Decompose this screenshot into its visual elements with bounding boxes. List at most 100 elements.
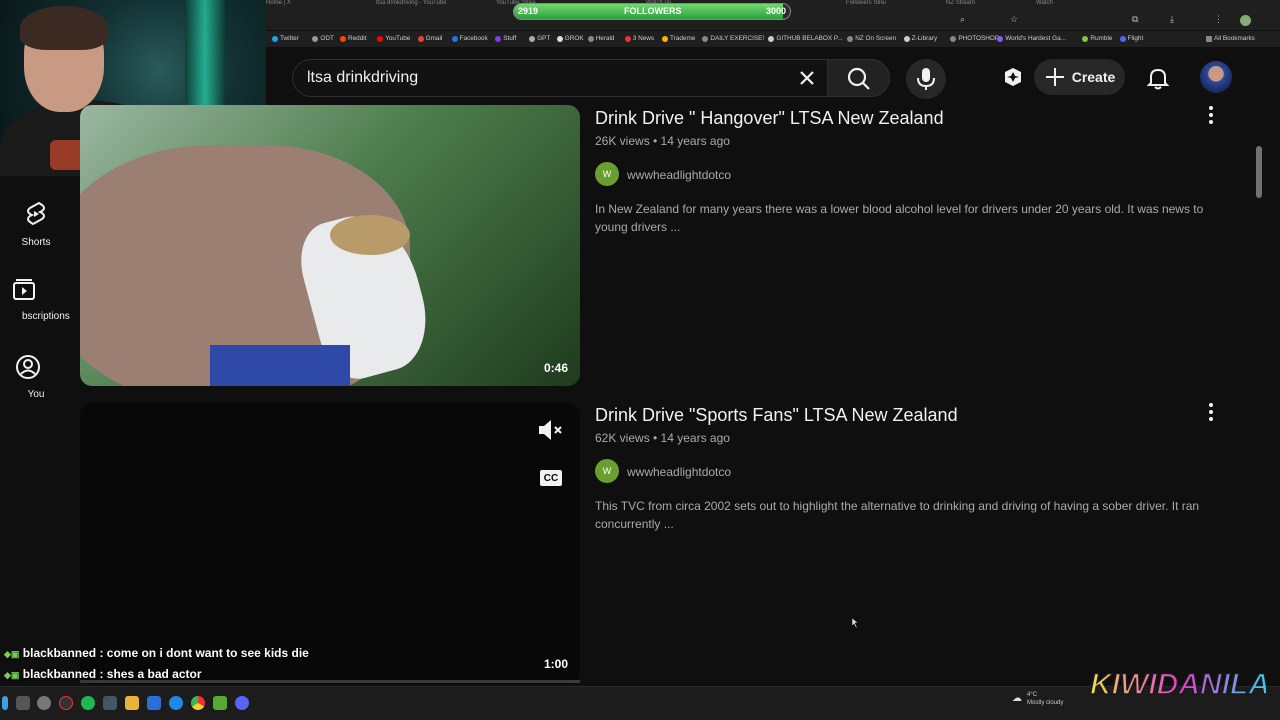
browser-tab[interactable]: Followers Stream: [846, 0, 886, 8]
bookmark-star-icon[interactable]: ☆: [1010, 14, 1018, 25]
channel-avatar[interactable]: W: [595, 162, 619, 186]
bookmark-favicon-icon: [587, 35, 594, 42]
sidebar-item-you[interactable]: You: [0, 354, 55, 400]
create-label: Create: [1071, 69, 1116, 85]
taskbar-app-icon[interactable]: [147, 696, 161, 710]
bookmark-item[interactable]: GROK: [556, 35, 584, 42]
video-thumbnail[interactable]: 0:46: [80, 105, 580, 386]
bookmark-item[interactable]: Rumble: [1082, 35, 1112, 42]
weather-temp: 4°C: [1027, 692, 1038, 698]
bookmark-label: GPT: [537, 35, 551, 42]
discord-app-icon[interactable]: [235, 696, 249, 710]
video-title[interactable]: Drink Drive " Hangover" LTSA New Zealand: [595, 108, 944, 129]
edge-app-icon[interactable]: [169, 696, 183, 710]
thumbnail-food: [330, 215, 410, 255]
bookmark-item[interactable]: Facebook: [451, 35, 488, 42]
video-title[interactable]: Drink Drive "Sports Fans" LTSA New Zeala…: [595, 405, 958, 426]
bookmark-item[interactable]: Stuff: [495, 35, 516, 42]
voice-search-button[interactable]: [906, 59, 946, 99]
bookmark-label: NZ On Screen: [855, 35, 897, 42]
weather-widget[interactable]: 4°C Mostly cloudy: [1027, 691, 1063, 707]
file-explorer-icon[interactable]: [125, 696, 139, 710]
taskbar-app-icon[interactable]: [59, 696, 73, 710]
video-description: This TVC from circa 2002 sets out to hig…: [595, 499, 1200, 531]
download-icon[interactable]: ⤓: [1170, 14, 1174, 25]
avatar[interactable]: [1200, 61, 1232, 93]
bookmark-label: Trademe: [670, 35, 696, 42]
scrollbar-thumb[interactable]: [1256, 146, 1262, 198]
chat-text: blackbanned : come on i dont want to see…: [22, 646, 309, 660]
browser-tab[interactable]: NZ Stream: [946, 0, 986, 8]
bookmark-item[interactable]: ODT: [312, 35, 334, 42]
weather-icon: ☁: [1012, 693, 1022, 704]
notifications-button[interactable]: [1145, 65, 1171, 91]
sidebar-item-subscriptions[interactable]: bscriptions: [0, 278, 70, 322]
channel-name[interactable]: wwwheadlightdotco: [627, 465, 731, 479]
search-button[interactable]: [827, 59, 890, 97]
chrome-app-icon[interactable]: [191, 696, 205, 710]
bookmark-item[interactable]: Twitter: [272, 35, 299, 42]
gemini-button[interactable]: [1000, 64, 1026, 90]
bookmarks-bar: Twitter ODT Reddit YouTube Gmail Facebook Stuf…: [266, 31, 1280, 47]
bookmark-favicon-icon: [950, 35, 957, 42]
mute-button[interactable]: [536, 417, 566, 443]
bookmark-label: PHOTOSHOP: [958, 35, 1000, 42]
bookmark-item[interactable]: Flight: [1119, 35, 1143, 42]
extensions-icon[interactable]: ⧉: [1132, 14, 1138, 25]
bookmark-label: YouTube: [385, 35, 411, 42]
sidebar-item-shorts[interactable]: Shorts: [0, 200, 72, 248]
browser-tab[interactable]: Watch: [1036, 0, 1076, 8]
bookmark-favicon-icon: [662, 35, 668, 42]
bookmark-item[interactable]: 3 News: [624, 35, 655, 42]
bookmark-item[interactable]: Z-Library: [903, 35, 937, 42]
chat-badge-icon: ◆▣: [4, 670, 20, 680]
sidebar-item-label: You: [27, 389, 45, 400]
settings-app-icon[interactable]: [37, 696, 51, 710]
taskbar-app-icon[interactable]: [16, 696, 30, 710]
profile-icon[interactable]: [1240, 15, 1251, 26]
chat-badge-icon: ◆▣: [4, 649, 20, 659]
captions-button[interactable]: CC: [540, 470, 562, 486]
browser-menu-icon[interactable]: ⋮: [1214, 14, 1223, 25]
bookmark-label: 3 News: [632, 35, 655, 42]
stream-logo: KIWIDANILA: [1089, 667, 1266, 702]
taskbar-app-icon[interactable]: [213, 696, 227, 710]
streamer-hair: [20, 6, 108, 50]
channel-avatar[interactable]: W: [595, 459, 619, 483]
browser-tab[interactable]: ltsa drinkdriving - YouTube: [376, 0, 446, 8]
bookmark-favicon-icon: [556, 35, 563, 42]
bookmark-item[interactable]: NZ On Screen: [847, 35, 896, 42]
taskbar-app-icon[interactable]: [103, 696, 117, 710]
video-preview-player[interactable]: CC 1:00: [80, 403, 580, 684]
search-input[interactable]: [307, 68, 787, 88]
zoom-icon[interactable]: ⌕: [960, 14, 965, 25]
bookmark-item[interactable]: GPT: [529, 35, 550, 42]
bookmark-item[interactable]: PHOTOSHOP: [950, 35, 999, 42]
start-button[interactable]: [2, 696, 8, 710]
bookmark-favicon-icon: [495, 35, 502, 42]
bookmark-item[interactable]: Gmail: [417, 35, 442, 42]
followers-target: 3000: [765, 6, 786, 16]
bookmark-item[interactable]: YouTube: [377, 35, 410, 42]
weather-desc: Mostly cloudy: [1027, 700, 1064, 706]
bookmark-item[interactable]: Reddit: [340, 35, 366, 42]
bookmark-item[interactable]: Trademe: [662, 35, 695, 42]
video-menu-button[interactable]: [1203, 400, 1219, 424]
bookmark-label: ODT: [320, 35, 334, 42]
bookmark-favicon-icon: [997, 35, 1004, 42]
bookmark-label: Stuff: [503, 35, 517, 42]
create-button[interactable]: Create: [1034, 59, 1125, 95]
bookmark-item[interactable]: Herald: [587, 35, 614, 42]
browser-tab[interactable]: Home | X: [266, 0, 326, 8]
chat-text: blackbanned : shes a bad actor: [22, 667, 202, 681]
bell-icon: [1146, 68, 1170, 90]
spotify-app-icon[interactable]: [81, 696, 95, 710]
video-meta: 26K views • 14 years ago: [595, 134, 730, 148]
all-bookmarks[interactable]: All Bookmarks: [1206, 35, 1255, 42]
video-menu-button[interactable]: [1203, 103, 1219, 127]
bookmark-item[interactable]: GITHUB BELABOX P...: [768, 35, 843, 42]
bookmark-item[interactable]: DAILY EXERCISE!: [702, 35, 764, 42]
bookmark-item[interactable]: World's Hardest Ga...: [997, 35, 1066, 42]
channel-name[interactable]: wwwheadlightdotco: [627, 168, 731, 182]
clear-search-button[interactable]: [792, 63, 822, 93]
